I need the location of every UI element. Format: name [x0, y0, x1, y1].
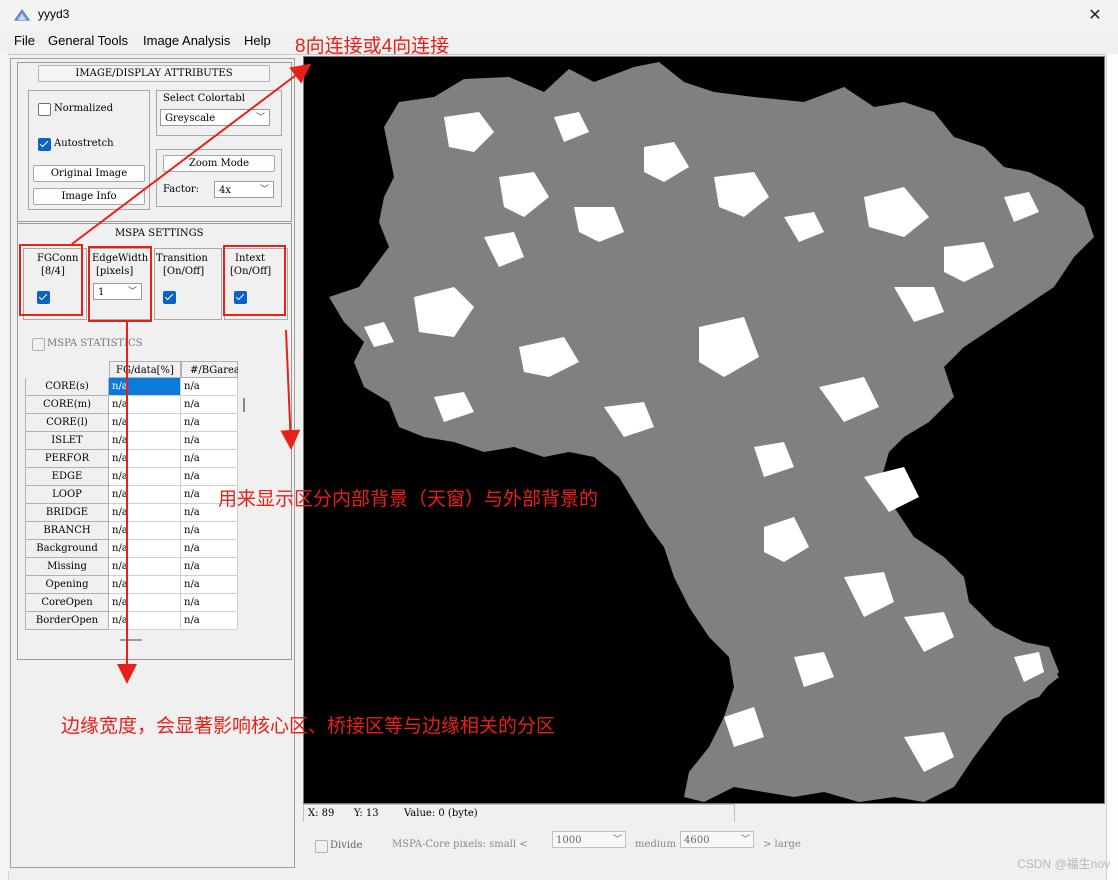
- watermark: CSDN @福生nov: [1017, 857, 1110, 871]
- annotation-arrows: [71, 63, 312, 684]
- annotation-edgewidth: 边缘宽度，会显著影响核心区、桥接区等与边缘相关的分区: [61, 716, 556, 737]
- arrow-intext: [280, 329, 301, 450]
- annotation-intext: 用来显示区分内部背景（天窗）与外部背景的: [218, 489, 599, 510]
- annotation-fgconn: 8向连接或4向连接: [295, 36, 450, 57]
- arrow-fgconn: [71, 63, 312, 245]
